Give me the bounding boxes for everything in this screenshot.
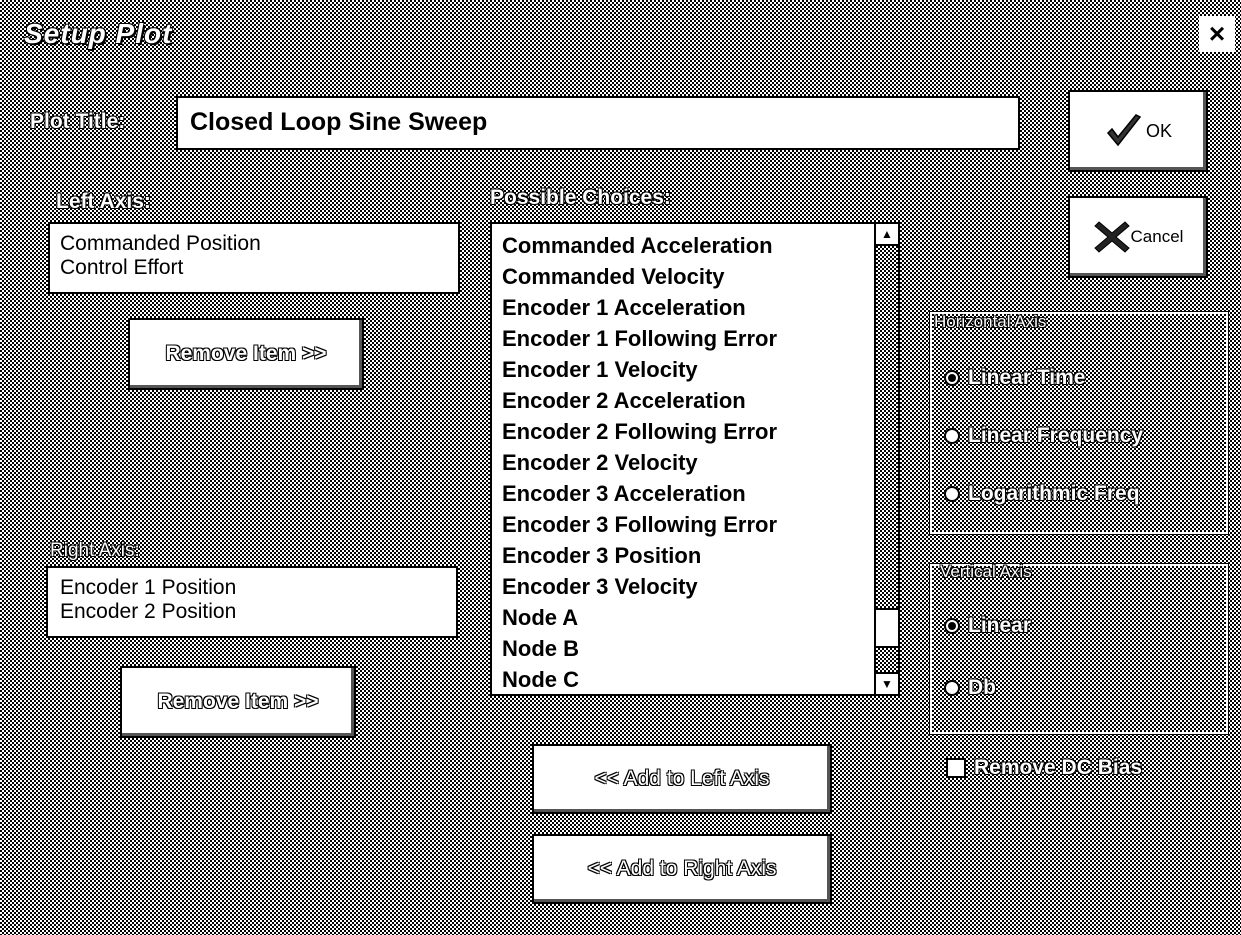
radio-unselected-icon (944, 486, 960, 502)
remove-dc-bias-checkbox[interactable]: Remove DC Bias (946, 756, 1142, 780)
right-axis-list[interactable]: Encoder 1 Position Encoder 2 Position (46, 566, 458, 638)
list-item[interactable]: Commanded Position (60, 232, 448, 256)
list-item[interactable]: Encoder 2 Following Error (502, 416, 888, 447)
radio-linear-frequency[interactable]: Linear Frequency (944, 424, 1143, 448)
cancel-label: Cancel (1130, 227, 1184, 246)
ok-button[interactable]: OK (1068, 90, 1208, 172)
plot-title-label: Plot Title: (30, 110, 126, 133)
list-item[interactable]: Encoder 3 Position (502, 540, 888, 571)
radio-logarithmic-freq[interactable]: Logarithmic Freq (944, 482, 1140, 506)
radio-linear[interactable]: Linear (944, 614, 1031, 638)
title-bar: Setup Plot × (8, 12, 1235, 58)
vertical-axis-label: Vertical Axis (940, 562, 1032, 581)
list-item[interactable]: Commanded Velocity (502, 261, 888, 292)
setup-plot-dialog: Setup Plot × Plot Title: Closed Loop Sin… (0, 0, 1241, 935)
radio-db[interactable]: Db (944, 676, 996, 700)
left-axis-label: Left Axis: (56, 190, 151, 213)
list-item[interactable]: Node C (502, 664, 888, 694)
radio-unselected-icon (944, 428, 960, 444)
plot-title-input[interactable]: Closed Loop Sine Sweep (176, 96, 1020, 150)
checkmark-icon (1106, 114, 1142, 147)
list-item[interactable]: Commanded Acceleration (502, 230, 888, 261)
list-item[interactable]: Encoder 3 Acceleration (502, 478, 888, 509)
cancel-button[interactable]: Cancel (1068, 196, 1208, 278)
radio-unselected-icon (944, 680, 960, 696)
list-item[interactable]: Encoder 1 Acceleration (502, 292, 888, 323)
vertical-axis-group (929, 563, 1229, 735)
list-item[interactable]: Encoder 1 Velocity (502, 354, 888, 385)
horizontal-axis-label: Horizontal Axis (934, 312, 1047, 331)
list-item[interactable]: Encoder 3 Following Error (502, 509, 888, 540)
add-to-right-axis-button[interactable]: << Add to Right Axis (532, 834, 832, 904)
list-item[interactable]: Node A (502, 602, 888, 633)
list-item[interactable]: Encoder 2 Velocity (502, 447, 888, 478)
remove-right-item-button[interactable]: Remove Item >> (120, 666, 356, 738)
add-to-left-axis-button[interactable]: << Add to Left Axis (532, 744, 832, 814)
close-button[interactable]: × (1199, 16, 1235, 52)
scroll-thumb[interactable] (876, 608, 898, 648)
possible-choices-list[interactable]: Commanded Acceleration Commanded Velocit… (490, 222, 900, 696)
right-axis-label: Right Axis: (50, 540, 140, 561)
radio-linear-time[interactable]: Linear Time (944, 366, 1086, 390)
remove-left-item-button[interactable]: Remove Item >> (128, 318, 364, 390)
list-item[interactable]: Control Effort (60, 256, 448, 280)
ok-label: OK (1145, 120, 1172, 141)
possible-choices-label: Possible Choices: (490, 186, 671, 209)
choices-scrollbar[interactable]: ▲ ▼ (874, 224, 898, 694)
list-item[interactable]: Encoder 1 Following Error (502, 323, 888, 354)
list-item[interactable]: Encoder 2 Acceleration (502, 385, 888, 416)
radio-selected-icon (944, 370, 960, 386)
checkbox-icon (946, 758, 966, 778)
list-item[interactable]: Encoder 1 Position (60, 576, 444, 600)
cancel-x-icon (1093, 221, 1130, 253)
scroll-down-arrow-icon[interactable]: ▼ (876, 672, 898, 694)
radio-selected-icon (944, 618, 960, 634)
dialog-title: Setup Plot (24, 18, 173, 49)
list-item[interactable]: Encoder 2 Position (60, 600, 444, 624)
left-axis-list[interactable]: Commanded Position Control Effort (48, 222, 460, 294)
list-item[interactable]: Encoder 3 Velocity (502, 571, 888, 602)
scroll-up-arrow-icon[interactable]: ▲ (876, 224, 898, 246)
list-item[interactable]: Node B (502, 633, 888, 664)
